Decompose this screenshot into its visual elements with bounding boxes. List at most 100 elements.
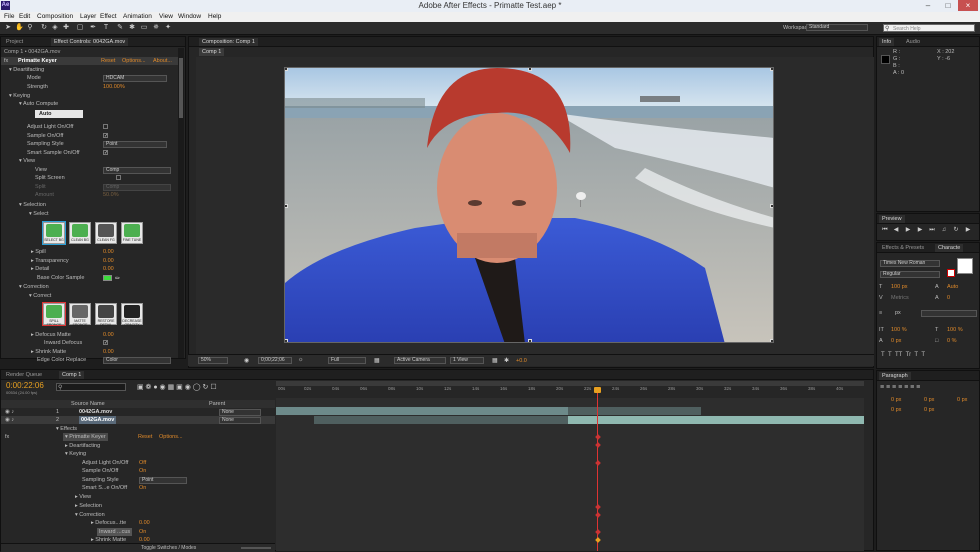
restore-detail-button[interactable]: RESTORE DETAIL [95, 303, 117, 327]
indent-left-value[interactable]: 0 px [891, 397, 901, 403]
ram-preview-icon[interactable]: ▶ [964, 227, 972, 234]
tab-project[interactable]: Project [3, 38, 26, 46]
font-family-dropdown[interactable]: Times New Roman [880, 260, 940, 267]
detail-value[interactable]: 0.00 [103, 265, 114, 273]
effects-group[interactable]: ▾ Effects [56, 425, 77, 433]
tab-effect-controls[interactable]: Effect Controls: 0042GA.mov [51, 38, 129, 46]
close-icon[interactable]: × [958, 0, 978, 11]
search-help-box[interactable]: ⚲ Search Help [883, 24, 975, 32]
spill-value[interactable]: 0.00 [103, 248, 114, 256]
indent-first-value[interactable]: 0 px [957, 397, 967, 403]
inward-checkbox[interactable]: ✓ [103, 340, 108, 346]
spill-sponge-button[interactable]: SPILL SPONGE [42, 302, 66, 327]
layer-search-input[interactable]: ⚲ [56, 383, 126, 391]
comp-viewer[interactable] [196, 57, 874, 363]
transform-handle[interactable] [285, 204, 288, 208]
options-link[interactable]: Options... [122, 57, 146, 65]
tab-composition[interactable]: Composition: Comp 1 [199, 38, 258, 46]
selection-group[interactable]: ▾ Selection [19, 201, 46, 209]
tab-render-queue[interactable]: Render Queue [3, 371, 45, 379]
time-ruler[interactable]: 00s 02s 04s 06s 08s 10s 12s 14s 16s 18s … [276, 386, 864, 398]
about-link[interactable]: About... [153, 57, 172, 65]
video-frame[interactable] [284, 67, 774, 343]
menu-composition[interactable]: Composition [37, 13, 73, 20]
deartifacting-group[interactable]: ▾ Deartifacting [9, 66, 44, 74]
layer-row[interactable]: ◉ ♪ 2 0042GA.mov None [1, 416, 275, 424]
layer-name[interactable]: 0042GA.mov [79, 408, 112, 416]
faux-style-buttons[interactable]: T T TT Tr T T [881, 352, 925, 358]
tsume-value[interactable]: 0 % [947, 338, 956, 344]
hand-tool-icon[interactable]: ✋ [15, 24, 24, 32]
select-bg-button[interactable]: SELECT BG [42, 221, 66, 245]
amount-value[interactable]: 50.0% [103, 191, 119, 199]
tab-paragraph[interactable]: Paragraph [879, 372, 911, 380]
timeline-options-link[interactable]: Options... [159, 433, 183, 441]
puppet-tool-icon[interactable]: ✦ [164, 24, 172, 32]
timeline-switches-icons[interactable]: ▣ ❁ ● ◉ ▦ ▣ ◉ ◯ ↻ ☐ [137, 383, 217, 391]
comp-time-display[interactable]: 0;00;22;06 [258, 357, 292, 364]
rectangle-tool-icon[interactable]: ▢ [76, 24, 84, 32]
fill-color-swatch[interactable] [957, 258, 973, 274]
last-frame-icon[interactable]: ⏭ [928, 227, 936, 234]
audio-icon[interactable]: ♫ [940, 227, 948, 234]
loop-icon[interactable]: ↻ [952, 227, 960, 234]
tab-effects-presets[interactable]: Effects & Presets [879, 244, 927, 252]
minimize-icon[interactable]: – [918, 0, 938, 11]
view-group[interactable]: ▾ View [19, 157, 35, 165]
smart-sample-checkbox[interactable]: ✓ [103, 150, 108, 156]
align-buttons[interactable]: ≡ ≡ ≡ ≡ ≡ ≡ ≡ [880, 384, 920, 391]
inward-tree-value[interactable]: On [139, 528, 146, 536]
scrollbar-thumb[interactable] [179, 58, 183, 118]
sample-onoff-checkbox[interactable]: ✓ [103, 133, 108, 139]
prev-frame-icon[interactable]: ◀ [892, 227, 900, 234]
keying-group[interactable]: ▾ Keying [9, 92, 30, 100]
layer-name[interactable]: 0042GA.mov [79, 416, 117, 424]
menu-view[interactable]: View [159, 13, 173, 20]
correction-tree-group[interactable]: ▾ Correction [75, 511, 105, 519]
parent-dropdown[interactable]: None [219, 409, 261, 416]
transparency-value[interactable]: 0.00 [103, 257, 114, 265]
layer-2-bar[interactable] [568, 416, 864, 424]
split-dropdown[interactable]: Comp [103, 184, 171, 191]
timeline-reset-link[interactable]: Reset [138, 433, 152, 441]
inward-tree-label[interactable]: Inward ...cus [97, 528, 133, 536]
style-tree-dropdown[interactable]: Point [139, 477, 187, 484]
primatte-row[interactable]: ▾ Primatte Keyer [63, 433, 108, 441]
tab-preview[interactable]: Preview [879, 215, 905, 223]
next-frame-icon[interactable]: ▶ [916, 227, 924, 234]
space-before-value[interactable]: 0 px [891, 407, 901, 413]
layer-2-bar-head[interactable] [314, 416, 568, 424]
camera-icon[interactable]: ☼ [298, 357, 304, 363]
current-time-indicator[interactable] [597, 389, 598, 551]
horizontal-scale-value[interactable]: 100 % [947, 327, 963, 333]
resolution-dropdown[interactable]: Full [328, 357, 366, 364]
shrink-value[interactable]: 0.00 [103, 348, 114, 356]
menu-edit[interactable]: Edit [19, 13, 30, 20]
clean-fg-button[interactable]: CLEAN FG [95, 222, 117, 244]
leading-value[interactable]: Auto [947, 284, 958, 290]
clone-tool-icon[interactable]: ✱ [128, 24, 136, 32]
tab-audio[interactable]: Audio [903, 38, 923, 46]
transform-handle[interactable] [285, 339, 288, 342]
zoom-slider[interactable] [241, 547, 271, 549]
keying-tree-group[interactable]: ▾ Keying [65, 450, 86, 458]
selection-tool-icon[interactable]: ➤ [4, 24, 12, 32]
vertical-scale-value[interactable]: 100 % [891, 327, 907, 333]
selection-tree-group[interactable]: ▸ Selection [75, 502, 102, 510]
space-after-value[interactable]: 0 px [924, 407, 934, 413]
baseline-value[interactable]: 0 px [891, 338, 901, 344]
workspace-dropdown[interactable]: Standard [806, 24, 868, 31]
stroke-type-dropdown[interactable] [921, 310, 977, 317]
correction-group[interactable]: ▾ Correction [19, 283, 49, 291]
matte-sponge-button[interactable]: MATTE SPONGE [69, 303, 91, 327]
font-size-value[interactable]: 100 px [891, 284, 908, 290]
view-tree-group[interactable]: ▸ View [75, 493, 91, 501]
fx-icon[interactable]: fx [5, 433, 9, 441]
scrollbar[interactable] [178, 48, 184, 358]
kerning-value[interactable]: Metrics [891, 295, 909, 301]
timeline-graph[interactable]: 00s 02s 04s 06s 08s 10s 12s 14s 16s 18s … [276, 381, 864, 551]
auto-button[interactable]: Auto [35, 110, 83, 118]
adjust-light-checkbox[interactable] [103, 124, 108, 129]
tab-comp-1[interactable]: Comp 1 [59, 371, 85, 379]
menu-animation[interactable]: Animation [123, 13, 152, 20]
